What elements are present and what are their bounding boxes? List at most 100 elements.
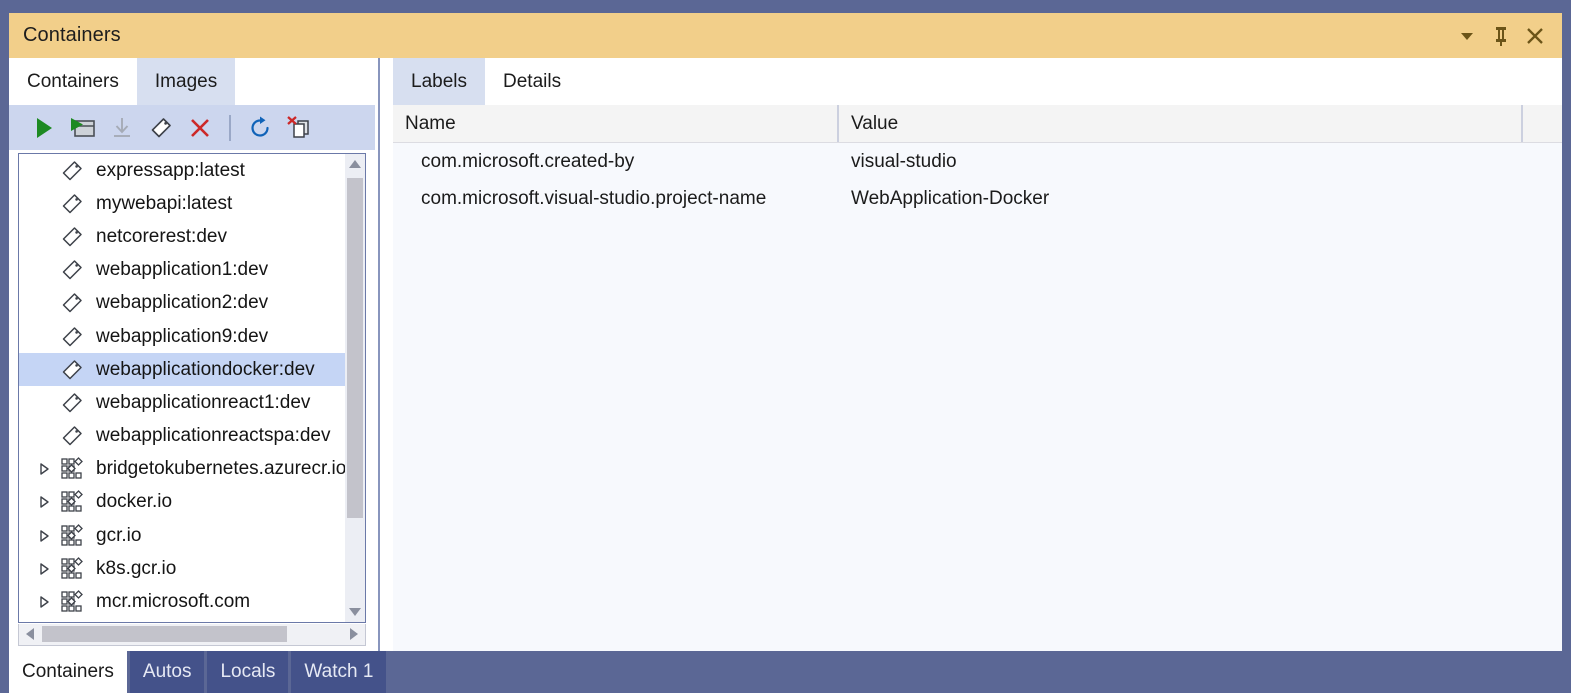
tree-item-label: gcr.io xyxy=(96,525,141,547)
bottom-tab-watch-1[interactable]: Watch 1 xyxy=(291,651,386,693)
tab-images-label: Images xyxy=(155,71,217,93)
tree-vertical-scroll-thumb[interactable] xyxy=(347,178,363,518)
scroll-left-arrow-icon[interactable] xyxy=(20,624,40,644)
expand-chevron-icon[interactable] xyxy=(33,495,55,509)
tree-item[interactable]: netcorerest:dev xyxy=(19,220,346,253)
column-header-value[interactable]: Value xyxy=(839,105,1523,142)
prune-images-button[interactable] xyxy=(282,111,316,145)
column-header-name[interactable]: Name xyxy=(393,105,839,142)
tree-item[interactable]: webapplicationreact1:dev xyxy=(19,386,346,419)
tag-icon xyxy=(57,423,87,449)
tree-item[interactable]: docker.io xyxy=(19,486,346,519)
label-value-cell: visual-studio xyxy=(839,151,1523,173)
tree-item[interactable]: webapplication9:dev xyxy=(19,320,346,353)
tag-button[interactable] xyxy=(144,111,178,145)
bottom-tab-containers[interactable]: Containers xyxy=(9,651,127,693)
toolbar-separator xyxy=(229,115,231,141)
tree-item-label: webapplicationdocker:dev xyxy=(96,359,315,381)
tree-item-label: mcr.microsoft.com xyxy=(96,591,250,613)
tag-icon xyxy=(57,390,87,416)
images-toolbar xyxy=(9,105,375,150)
tree-horizontal-scrollbar[interactable] xyxy=(18,624,366,646)
tab-labels-label: Labels xyxy=(411,71,467,93)
table-row[interactable]: com.microsoft.created-byvisual-studio xyxy=(393,143,1562,180)
registry-icon xyxy=(57,590,87,614)
tree-vertical-scrollbar[interactable] xyxy=(345,154,365,622)
label-name-cell: com.microsoft.created-by xyxy=(393,151,839,173)
tree-item-label: expressapp:latest xyxy=(96,160,245,182)
tab-containers-label: Containers xyxy=(27,71,119,93)
tree-item-label: webapplication9:dev xyxy=(96,326,268,348)
pane-splitter[interactable] xyxy=(375,58,385,651)
bottom-tab-label: Watch 1 xyxy=(304,661,373,683)
open-in-window-button[interactable] xyxy=(66,111,100,145)
bottom-tab-label: Locals xyxy=(220,661,275,683)
scroll-down-arrow-icon[interactable] xyxy=(345,602,365,622)
registry-icon xyxy=(57,524,87,548)
expand-chevron-icon[interactable] xyxy=(33,562,55,576)
tree-item[interactable]: mcr.microsoft.com xyxy=(19,585,346,618)
images-tree-frame: expressapp:latest mywebapi:latest netcorer… xyxy=(18,153,366,623)
tree-item[interactable]: mywebapi:latest xyxy=(19,187,346,220)
tree-item[interactable]: webapplication2:dev xyxy=(19,287,346,320)
tag-icon xyxy=(57,191,87,217)
tree-item[interactable]: gcr.io xyxy=(19,519,346,552)
column-header-value-label: Value xyxy=(851,113,898,135)
tag-icon xyxy=(57,158,87,184)
registry-icon xyxy=(57,557,87,581)
scroll-right-arrow-icon[interactable] xyxy=(344,624,364,644)
tree-item-label: webapplication1:dev xyxy=(96,259,268,281)
tree-item-label: mywebapi:latest xyxy=(96,193,232,215)
window-controls xyxy=(1450,19,1562,53)
remove-button[interactable] xyxy=(183,111,217,145)
pull-button[interactable] xyxy=(105,111,139,145)
window-titlebar: Containers xyxy=(9,13,1562,58)
tree-item[interactable]: webapplicationreactspa:dev xyxy=(19,420,346,453)
tree-item[interactable]: expressapp:latest xyxy=(19,154,346,187)
column-header-extra[interactable] xyxy=(1523,105,1562,142)
tree-item[interactable]: webapplicationdocker:dev xyxy=(19,353,346,386)
right-pane-tabstrip: Labels Details xyxy=(385,58,1562,105)
scroll-up-arrow-icon[interactable] xyxy=(345,154,365,174)
window-title: Containers xyxy=(9,24,121,47)
expand-chevron-icon[interactable] xyxy=(33,529,55,543)
column-header-name-label: Name xyxy=(405,113,456,135)
images-pane: Containers Images xyxy=(9,58,375,651)
bottom-tab-label: Containers xyxy=(22,661,114,683)
expand-chevron-icon[interactable] xyxy=(33,462,55,476)
bottom-tab-locals[interactable]: Locals xyxy=(207,651,288,693)
tree-item[interactable]: webapplication1:dev xyxy=(19,254,346,287)
details-pane: Labels Details Name Value com.microsoft.… xyxy=(385,58,1562,651)
tab-labels[interactable]: Labels xyxy=(393,58,485,105)
images-tree: expressapp:latest mywebapi:latest netcorer… xyxy=(19,154,346,622)
labels-table-body: com.microsoft.created-byvisual-studiocom… xyxy=(393,143,1562,217)
expand-chevron-icon[interactable] xyxy=(33,595,55,609)
window-pin-button[interactable] xyxy=(1484,19,1518,53)
tree-item[interactable]: bridgetokubernetes.azurecr.io xyxy=(19,453,346,486)
tree-item-label: k8s.gcr.io xyxy=(96,558,176,580)
window-dropdown-button[interactable] xyxy=(1450,19,1484,53)
labels-table: Name Value com.microsoft.created-byvisua… xyxy=(393,105,1562,651)
tree-item[interactable]: k8s.gcr.io xyxy=(19,552,346,585)
label-value-cell: WebApplication-Docker xyxy=(839,188,1523,210)
debug-window-tabstrip: Containers Autos Locals Watch 1 xyxy=(0,651,1571,693)
bottom-tab-autos[interactable]: Autos xyxy=(130,651,205,693)
tool-window-body: Containers Images xyxy=(9,58,1562,651)
bottom-tab-label: Autos xyxy=(143,661,192,683)
tree-item-label: bridgetokubernetes.azurecr.io xyxy=(96,458,346,480)
tag-icon xyxy=(57,290,87,316)
refresh-button[interactable] xyxy=(243,111,277,145)
registry-icon xyxy=(57,457,87,481)
tree-horizontal-scroll-thumb[interactable] xyxy=(42,626,287,642)
splitter-line xyxy=(378,58,380,651)
tag-icon xyxy=(57,224,87,250)
tab-images[interactable]: Images xyxy=(137,58,235,105)
label-name-cell: com.microsoft.visual-studio.project-name xyxy=(393,188,839,210)
tab-details[interactable]: Details xyxy=(485,58,579,105)
tab-containers[interactable]: Containers xyxy=(9,58,137,105)
tree-item-label: webapplication2:dev xyxy=(96,292,268,314)
start-button[interactable] xyxy=(27,111,61,145)
table-row[interactable]: com.microsoft.visual-studio.project-name… xyxy=(393,180,1562,217)
window-close-button[interactable] xyxy=(1518,19,1552,53)
labels-table-header: Name Value xyxy=(393,105,1562,143)
